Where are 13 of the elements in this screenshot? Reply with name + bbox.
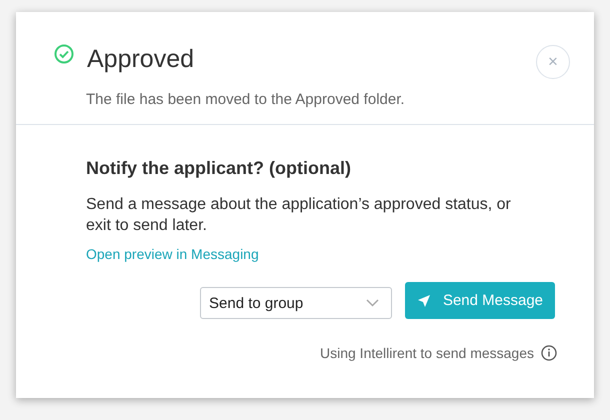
notify-message: Send a message about the application’s approved status, or exit to send later. [86,195,512,236]
caret-icon [366,299,379,307]
close-button[interactable]: × [536,45,570,79]
info-icon[interactable] [541,345,557,361]
dialog-subtitle: The file has been moved to the Approved folder. [86,91,406,108]
dialog-title: Approved [87,45,194,74]
preview-link[interactable]: Open preview in Messaging [86,246,259,262]
recipient-select[interactable]: Send to group [200,287,392,319]
footnote: Using Intellirent to send messages [320,345,534,361]
paper-plane-icon [416,294,431,308]
check-icon [54,44,74,64]
send-message-button[interactable]: Send Message [405,282,555,319]
notify-heading: Notify the applicant? (optional) [86,158,352,179]
